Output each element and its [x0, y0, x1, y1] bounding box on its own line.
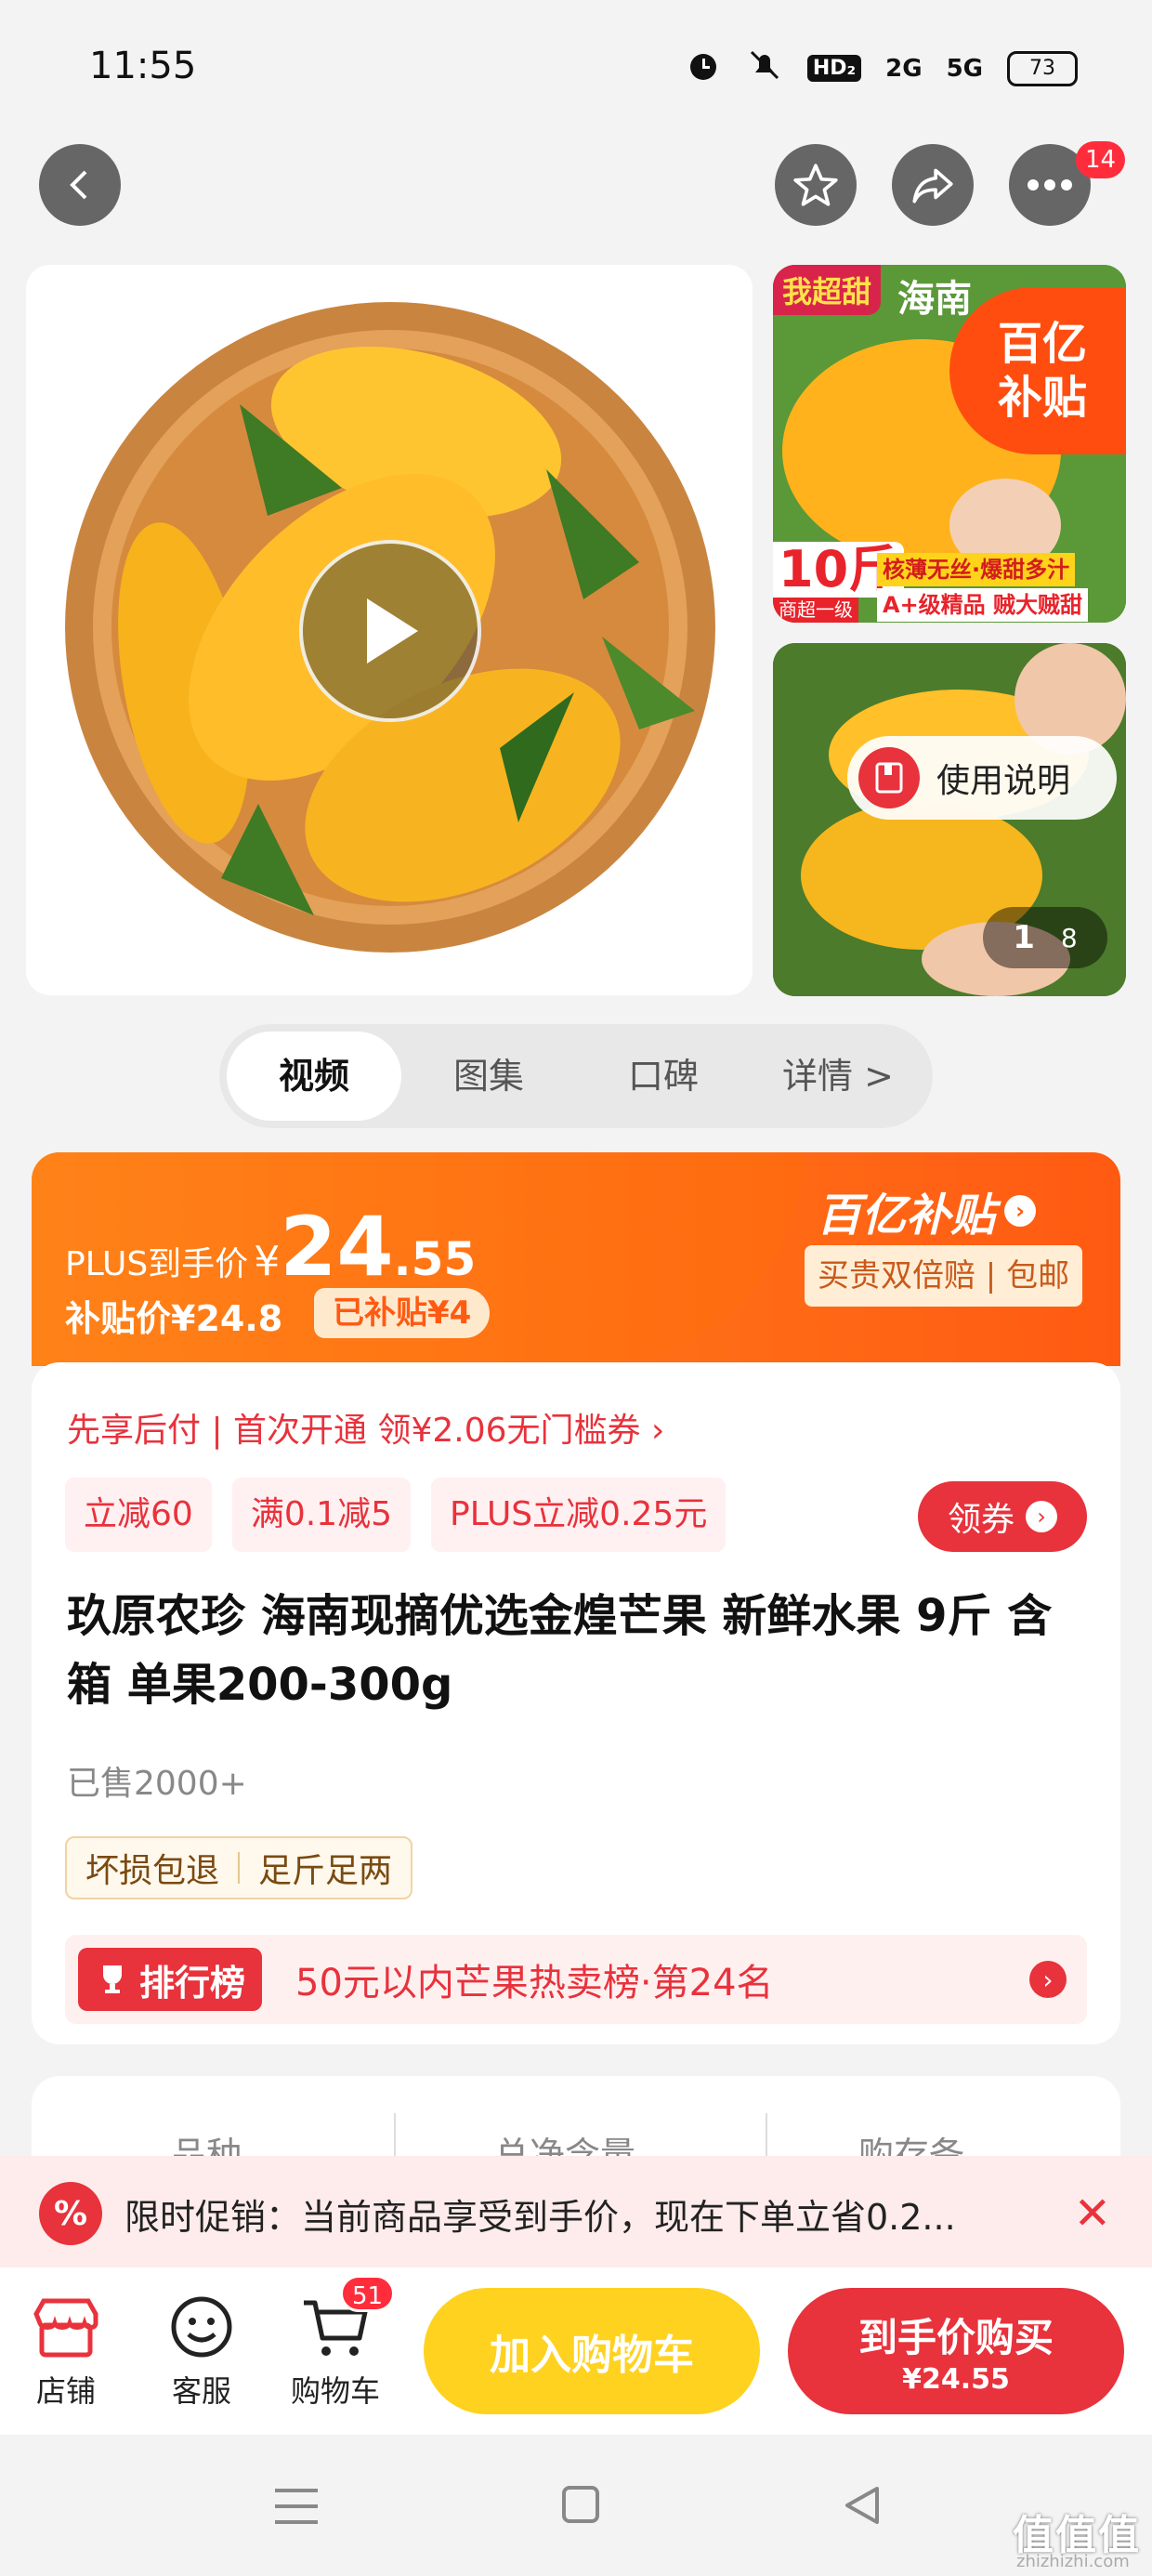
thumbnail-image-1[interactable]: 我超甜 海南 10斤 商超一级 核薄无丝·爆甜多汁 A+级精品 贼大贼甜 百亿 …: [773, 265, 1126, 623]
play-video-button[interactable]: [299, 540, 481, 722]
star-icon: [793, 164, 838, 206]
get-coupon-button[interactable]: 领券 ›: [918, 1481, 1087, 1552]
discount-chip: 立减60: [65, 1478, 212, 1552]
chevron-right-icon: ›: [1029, 1961, 1067, 1998]
home-icon[interactable]: [561, 2485, 600, 2524]
cart-label: 购物车: [290, 2373, 380, 2409]
favorite-button[interactable]: [775, 144, 857, 226]
thumb1-features: 核薄无丝·爆甜多汁: [877, 553, 1076, 586]
battery-icon: 73: [1007, 50, 1078, 86]
pager-total: 8: [1060, 922, 1078, 953]
plus-price-label: PLUS到手价: [65, 1245, 249, 1283]
discount-icon: %: [39, 2182, 102, 2245]
more-icon: [1028, 179, 1072, 191]
shop-icon: [33, 2298, 98, 2358]
instructions-button[interactable]: 使用说明: [847, 736, 1117, 820]
pager-current: 1: [1013, 919, 1035, 956]
signal-5g-icon: 5G: [946, 54, 983, 83]
price-integer: 24: [280, 1199, 394, 1295]
promo-bar: % 限时促销：当前商品享受到手价，现在下单立省0.2... ✕: [0, 2156, 1152, 2271]
subsidy-corner-badge: 百亿 补贴: [949, 287, 1126, 454]
service-tag: 坏损包退: [85, 1852, 220, 1890]
tab-video[interactable]: 视频: [227, 1032, 401, 1121]
alarm-icon: [685, 46, 722, 90]
status-bar: 11:55 HD₂ 2G 5G 73: [0, 0, 1152, 130]
play-icon: [367, 598, 418, 664]
guarantee-badge: 买贵双倍赔 | 包邮: [805, 1245, 1083, 1307]
subsidy-badge-line1: 百亿: [997, 318, 1087, 370]
buy-now-label: 到手价购买: [857, 2315, 1054, 2360]
shop-button[interactable]: 店铺: [24, 2295, 108, 2411]
status-time: 11:55: [89, 45, 197, 87]
tab-details[interactable]: 详情 >: [751, 1032, 925, 1121]
buy-now-button[interactable]: 到手价购买 ¥24.55: [788, 2288, 1124, 2414]
discount-chip: PLUS立减0.25元: [430, 1478, 727, 1552]
service-label: 客服: [171, 2373, 231, 2409]
service-tags[interactable]: 坏损包退 足斤足两: [65, 1836, 413, 1899]
thumb1-tag-origin: 海南: [897, 278, 972, 321]
customer-service-button[interactable]: 客服: [160, 2295, 243, 2411]
add-to-cart-button[interactable]: 加入购物车: [424, 2288, 760, 2414]
subsidy-badge-line2: 补贴: [997, 372, 1087, 424]
discount-chip: 满0.1减5: [231, 1478, 411, 1552]
book-icon: [858, 747, 920, 808]
thumb1-grade: 商超一级: [773, 598, 858, 623]
ranking-badge-label: 排行榜: [139, 1962, 246, 2004]
subsidy-price: 补贴价¥24.8: [65, 1298, 283, 1339]
chevron-right-icon: ›: [1026, 1501, 1057, 1532]
get-coupon-label: 领券: [947, 1501, 1015, 1539]
discount-chips: 立减60 满0.1减5 PLUS立减0.25元: [65, 1478, 727, 1552]
system-nav-bar: 值值值 zhizhizhi.com: [0, 2435, 1152, 2576]
tab-gallery[interactable]: 图集: [401, 1032, 576, 1121]
ranking-banner[interactable]: 排行榜 50元以内芒果热卖榜·第24名 ›: [65, 1935, 1087, 2024]
share-button[interactable]: [892, 144, 974, 226]
close-icon[interactable]: ✕: [1074, 2188, 1111, 2240]
chevron-left-icon: [70, 170, 87, 200]
product-info-card: 先享后付 | 首次开通 领¥2.06无门槛券 › 立减60 满0.1减5 PLU…: [32, 1362, 1120, 2044]
shop-label: 店铺: [35, 2373, 96, 2409]
price-banner: PLUS到手价 ¥ 24 .55 补贴价¥24.8 已补贴¥4 百亿补贴 › 买…: [32, 1152, 1120, 1366]
more-badge: 14: [1076, 141, 1126, 178]
buy-now-price: ¥24.55: [902, 2363, 1010, 2396]
ranking-badge: 排行榜: [78, 1948, 263, 2011]
sold-count: 已售2000+: [67, 1765, 247, 1803]
price-decimal: .55: [393, 1232, 477, 1286]
thumb1-quality: A+级精品 贼大贼甜: [877, 588, 1089, 622]
cart-badge: 51: [340, 2275, 396, 2312]
thumbnail-image-2[interactable]: 使用说明 1 8: [773, 643, 1126, 996]
chat-face-icon: [171, 2296, 232, 2358]
promo-text: 限时促销：当前商品享受到手价，现在下单立省0.2...: [124, 2196, 956, 2238]
back-triangle-icon[interactable]: [842, 2485, 883, 2526]
ranking-text: 50元以内芒果热卖榜·第24名: [295, 1962, 774, 2004]
status-icons: HD₂ 2G 5G 73: [685, 46, 1078, 90]
product-title: 玖原农珍 海南现摘优选金煌芒果 新鲜水果 9斤 含箱 单果200-300g: [67, 1590, 1053, 1711]
subsidy-brand[interactable]: 百亿补贴 ›: [817, 1178, 1037, 1243]
media-tabs: 视频 图集 口碑 详情 >: [219, 1024, 933, 1128]
trophy-icon: [103, 1965, 122, 1993]
instructions-label: 使用说明: [936, 762, 1071, 800]
thumb1-tag-sweet: 我超甜: [773, 265, 882, 315]
service-tag: 足斤足两: [258, 1852, 393, 1890]
mute-icon: [746, 46, 783, 90]
gallery-pager: 1 8: [983, 907, 1107, 968]
watermark-url: zhizhizhi.com: [1016, 2552, 1130, 2571]
hd-icon: HD₂: [806, 55, 862, 82]
tab-reviews[interactable]: 口碑: [576, 1032, 751, 1121]
menu-icon[interactable]: [275, 2487, 318, 2526]
back-button[interactable]: [39, 144, 121, 226]
signal-2g-icon: 2G: [885, 54, 923, 83]
share-icon: [912, 168, 953, 204]
product-main-image[interactable]: [26, 265, 753, 995]
chevron-right-icon: ›: [1004, 1195, 1037, 1227]
subsidy-brand-label: 百亿补贴: [817, 1189, 996, 1242]
subsidy-amount-badge: 已补贴¥4: [314, 1288, 491, 1338]
bottom-action-bar: 店铺 客服 购物车 51 加入购物车 到手价购买 ¥24.55: [0, 2267, 1152, 2435]
plus-price: PLUS到手价 ¥ 24 .55: [65, 1199, 477, 1295]
pay-later-promo[interactable]: 先享后付 | 首次开通 领¥2.06无门槛券 ›: [67, 1403, 664, 1452]
price-currency: ¥: [254, 1238, 281, 1285]
